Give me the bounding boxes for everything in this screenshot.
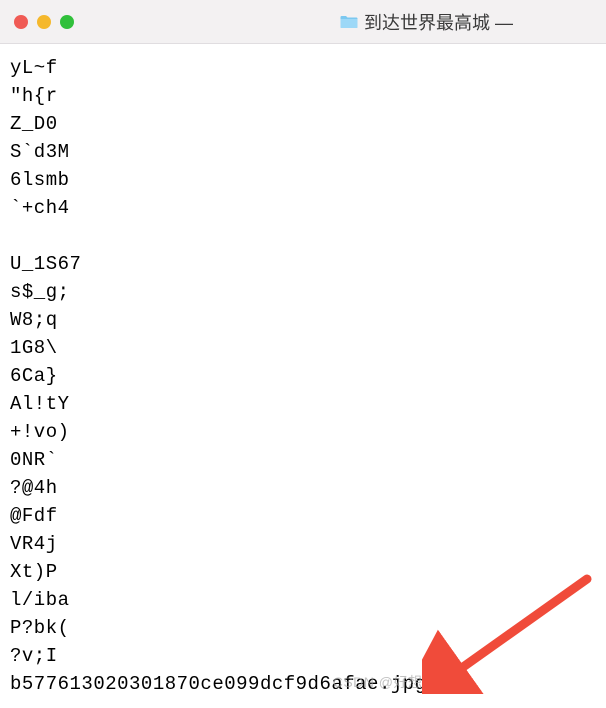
watermark: CSDN @好想变强啊 bbox=[333, 672, 466, 692]
title-center: 到达世界最高城 — bbox=[340, 9, 513, 35]
traffic-lights bbox=[14, 15, 74, 29]
text-content[interactable]: yL~f "h{r Z_D0 S`d3M 6lsmb `+ch4 U_1S67 … bbox=[0, 44, 606, 708]
window-titlebar: 到达世界最高城 — bbox=[0, 0, 606, 44]
minimize-button[interactable] bbox=[37, 15, 51, 29]
folder-icon bbox=[340, 14, 358, 29]
close-button[interactable] bbox=[14, 15, 28, 29]
window-title: 到达世界最高城 — bbox=[364, 9, 513, 35]
maximize-button[interactable] bbox=[60, 15, 74, 29]
